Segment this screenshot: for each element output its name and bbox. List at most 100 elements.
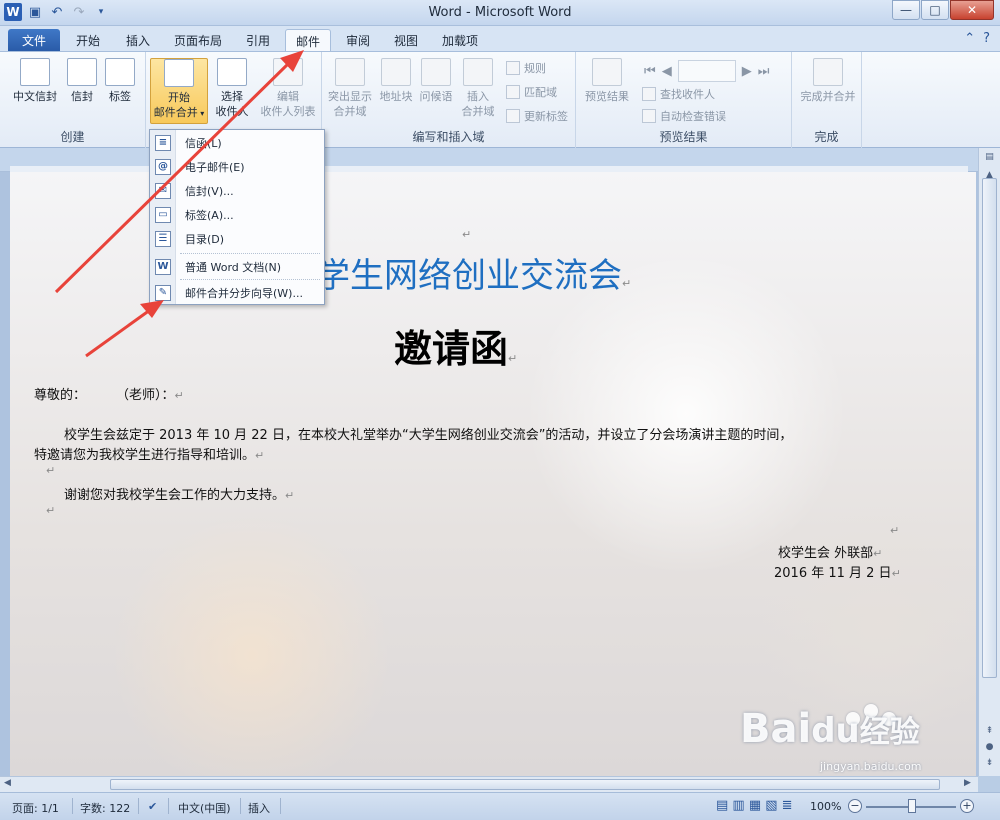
watermark-url: jingyan.baidu.com (820, 760, 922, 773)
insert-merge-field-button[interactable]: 插入 合并域 (456, 58, 500, 119)
address-block-icon (381, 58, 411, 86)
insert-mode[interactable]: 插入 (248, 800, 270, 816)
paragraph-mark: ↵ (890, 524, 900, 537)
menu-item-directory[interactable]: ☰ 目录(D) (150, 228, 324, 250)
scroll-right-icon[interactable]: ▶ (964, 778, 971, 788)
chinese-envelope-icon (20, 58, 50, 86)
insert-field-icon (463, 58, 493, 86)
menu-item-normal-word-document[interactable]: W 普通 Word 文档(N) (150, 256, 324, 278)
tab-references[interactable]: 引用 (236, 29, 280, 51)
scroll-left-icon[interactable]: ◀ (4, 778, 11, 788)
chevron-down-icon: ▾ (197, 109, 205, 118)
ruler (0, 148, 978, 172)
greeting-line-button[interactable]: 问候语 (414, 58, 458, 104)
prev-record-icon[interactable]: ◀ (662, 64, 672, 79)
tab-review[interactable]: 审阅 (336, 29, 380, 51)
status-bar: 页面: 1/1 字数: 122 ✔ 中文(中国) 插入 ▤ ▥ ▦ ▧ ≣ 10… (0, 792, 1000, 820)
menu-item-merge-wizard[interactable]: ✎ 邮件合并分步向导(W)... (150, 282, 324, 304)
update-labels-button[interactable]: 更新标签 (506, 106, 568, 126)
window-title: Word - Microsoft Word (428, 5, 572, 20)
collapse-ribbon-icon[interactable]: ⌃ (964, 31, 975, 46)
match-fields-icon (506, 85, 520, 99)
rules-icon (506, 61, 520, 75)
preview-results-icon (592, 58, 622, 86)
last-record-icon[interactable]: ⏭ (758, 64, 770, 79)
edit-recipients-icon (273, 58, 303, 86)
paragraph-mark: ↵ (46, 504, 56, 517)
chinese-envelope-button[interactable]: 中文信封 (8, 58, 62, 104)
zoom-out-icon[interactable]: − (848, 799, 862, 813)
word-doc-icon: W (155, 259, 171, 275)
maximize-button[interactable]: □ (921, 0, 949, 20)
menu-item-email[interactable]: @ 电子邮件(E) (150, 156, 324, 178)
zoom-slider-handle[interactable] (908, 799, 916, 813)
group-label-preview: 预览结果 (659, 130, 708, 144)
labels-icon (105, 58, 135, 86)
ruler-toggle-icon[interactable]: ▤ (979, 152, 1000, 168)
directory-icon: ☰ (155, 231, 171, 247)
labels-button[interactable]: 标签 (98, 58, 142, 104)
salutation: 尊敬的： （老师）：↵ (34, 388, 184, 403)
word-count[interactable]: 字数: 122 (80, 800, 130, 816)
tab-mailings[interactable]: 邮件 (285, 29, 331, 51)
vertical-scroll-thumb[interactable] (982, 178, 997, 678)
menu-item-labels[interactable]: ▭ 标签(A)... (150, 204, 324, 226)
menu-item-envelopes[interactable]: ✉ 信封(V)... (150, 180, 324, 202)
document-title: 学生网络创业交流会↵ (316, 256, 632, 296)
start-merge-icon (164, 59, 194, 87)
signature: 校学生会 外联部↵ (778, 546, 883, 561)
update-labels-icon (506, 109, 520, 123)
envelope-icon (67, 58, 97, 86)
title-bar: W ▣ ↶ ↷ ▾ Word - Microsoft Word — □ ✕ (0, 0, 1000, 26)
ribbon-tabs: 文件 开始 插入 页面布局 引用 邮件 审阅 视图 加载项 ⌃ ? (0, 26, 1000, 51)
vertical-scrollbar[interactable]: ▤ ▲ ⇞ ● ⇟ (978, 148, 1000, 776)
next-page-icon[interactable]: ⇟ (979, 758, 1000, 774)
paragraph-mark: ↵ (46, 464, 56, 477)
document-canvas: ↵ 学生网络创业交流会↵ 邀请函↵ 尊敬的： （老师）：↵ 校学生会兹定于 201… (0, 172, 978, 776)
previous-page-icon[interactable]: ⇞ (979, 726, 1000, 742)
thanks-line: 谢谢您对我校学生会工作的大力支持。↵ (64, 488, 295, 503)
rules-button[interactable]: 规则 (506, 58, 546, 78)
start-mail-merge-button[interactable]: 开始 邮件合并 ▾ (150, 58, 208, 124)
select-browse-object-icon[interactable]: ● (979, 742, 1000, 758)
preview-results-button[interactable]: 预览结果 (582, 58, 632, 104)
group-label-write-insert: 编写和插入域 (412, 130, 485, 144)
close-button[interactable]: ✕ (950, 0, 994, 20)
tab-page-layout[interactable]: 页面布局 (164, 29, 232, 51)
address-block-button[interactable]: 地址块 (374, 58, 418, 104)
view-buttons[interactable]: ▤ ▥ ▦ ▧ ≣ (716, 798, 793, 813)
find-recipient-icon (642, 87, 656, 101)
highlight-merge-fields-button[interactable]: 突出显示 合并域 (324, 58, 376, 119)
edit-recipient-list-button[interactable]: 编辑 收件人列表 (256, 58, 320, 119)
help-icon[interactable]: ? (983, 31, 990, 46)
tab-view[interactable]: 视图 (384, 29, 428, 51)
body-paragraph-line-1: 校学生会兹定于 2013 年 10 月 22 日，在本校大礼堂举办“大学生网络创… (64, 428, 793, 443)
horizontal-scrollbar[interactable]: ◀ ▶ (0, 776, 978, 792)
signature-date: 2016 年 11 月 2 日↵ (774, 566, 901, 581)
auto-check-errors-button[interactable]: 自动检查错误 (642, 106, 726, 126)
select-recipients-button[interactable]: 选择 收件人 (210, 58, 254, 119)
first-record-icon[interactable]: ⏮ (644, 64, 656, 79)
match-fields-button[interactable]: 匹配域 (506, 82, 557, 102)
finish-merge-button[interactable]: 完成并合并 (796, 58, 860, 104)
tab-file[interactable]: 文件 (8, 29, 60, 51)
zoom-level[interactable]: 100% (810, 800, 841, 813)
proofing-icon[interactable]: ✔ (148, 800, 157, 813)
email-icon: @ (155, 159, 171, 175)
zoom-in-icon[interactable]: + (960, 799, 974, 813)
page-count[interactable]: 页面: 1/1 (12, 800, 59, 816)
group-finish: 完成并合并 完成 (792, 52, 862, 148)
language[interactable]: 中文(中国) (178, 800, 231, 816)
group-label-create: 创建 (60, 130, 85, 144)
next-record-icon[interactable]: ▶ (742, 64, 752, 79)
record-number-input[interactable] (677, 60, 736, 82)
finish-merge-icon (813, 58, 843, 86)
minimize-button[interactable]: — (892, 0, 920, 20)
tab-home[interactable]: 开始 (66, 29, 110, 51)
menu-item-letters[interactable]: ≡ 信函(L) (150, 132, 324, 154)
tab-addins[interactable]: 加载项 (432, 29, 488, 51)
tab-insert[interactable]: 插入 (116, 29, 160, 51)
horizontal-scroll-thumb[interactable] (110, 779, 940, 790)
find-recipient-button[interactable]: 查找收件人 (642, 84, 715, 104)
group-preview: 预览结果 ⏮ ◀ ▶ ⏭ 查找收件人 自动检查错误 预览结果 (576, 52, 792, 148)
